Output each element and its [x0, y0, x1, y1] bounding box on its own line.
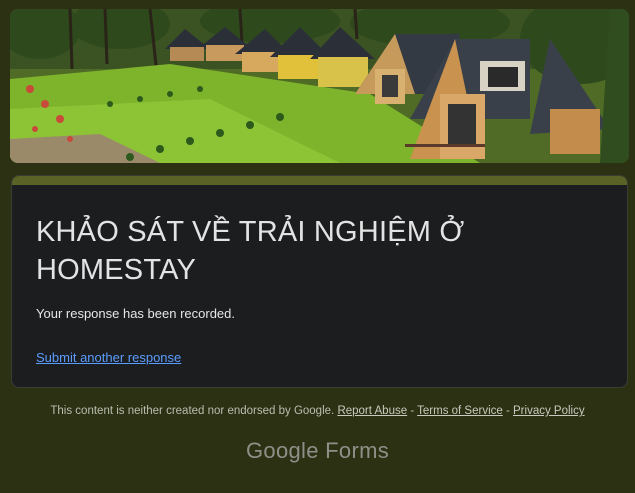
- footer-disclaimer: This content is neither created nor endo…: [50, 405, 335, 417]
- card-accent-bar: [12, 176, 627, 185]
- terms-of-service-link[interactable]: Terms of Service: [417, 405, 503, 417]
- submit-another-response-link[interactable]: Submit another response: [36, 350, 181, 365]
- footer-separator: -: [407, 405, 418, 417]
- confirmation-card: KHẢO SÁT VỀ TRẢI NGHIỆM Ở HOMESTAY Your …: [11, 175, 628, 388]
- google-wordmark: Google: [246, 438, 319, 463]
- header-banner-image: [10, 9, 629, 163]
- page: KHẢO SÁT VỀ TRẢI NGHIỆM Ở HOMESTAY Your …: [0, 0, 635, 493]
- google-forms-logo[interactable]: Google Forms: [0, 438, 635, 464]
- confirmation-message: Your response has been recorded.: [36, 306, 235, 321]
- form-title: KHẢO SÁT VỀ TRẢI NGHIỆM Ở HOMESTAY: [36, 216, 465, 286]
- report-abuse-link[interactable]: Report Abuse: [337, 405, 407, 417]
- forms-wordmark: Forms: [325, 438, 389, 463]
- privacy-policy-link[interactable]: Privacy Policy: [513, 405, 585, 417]
- footer: This content is neither created nor endo…: [0, 405, 635, 417]
- footer-separator: -: [502, 405, 514, 417]
